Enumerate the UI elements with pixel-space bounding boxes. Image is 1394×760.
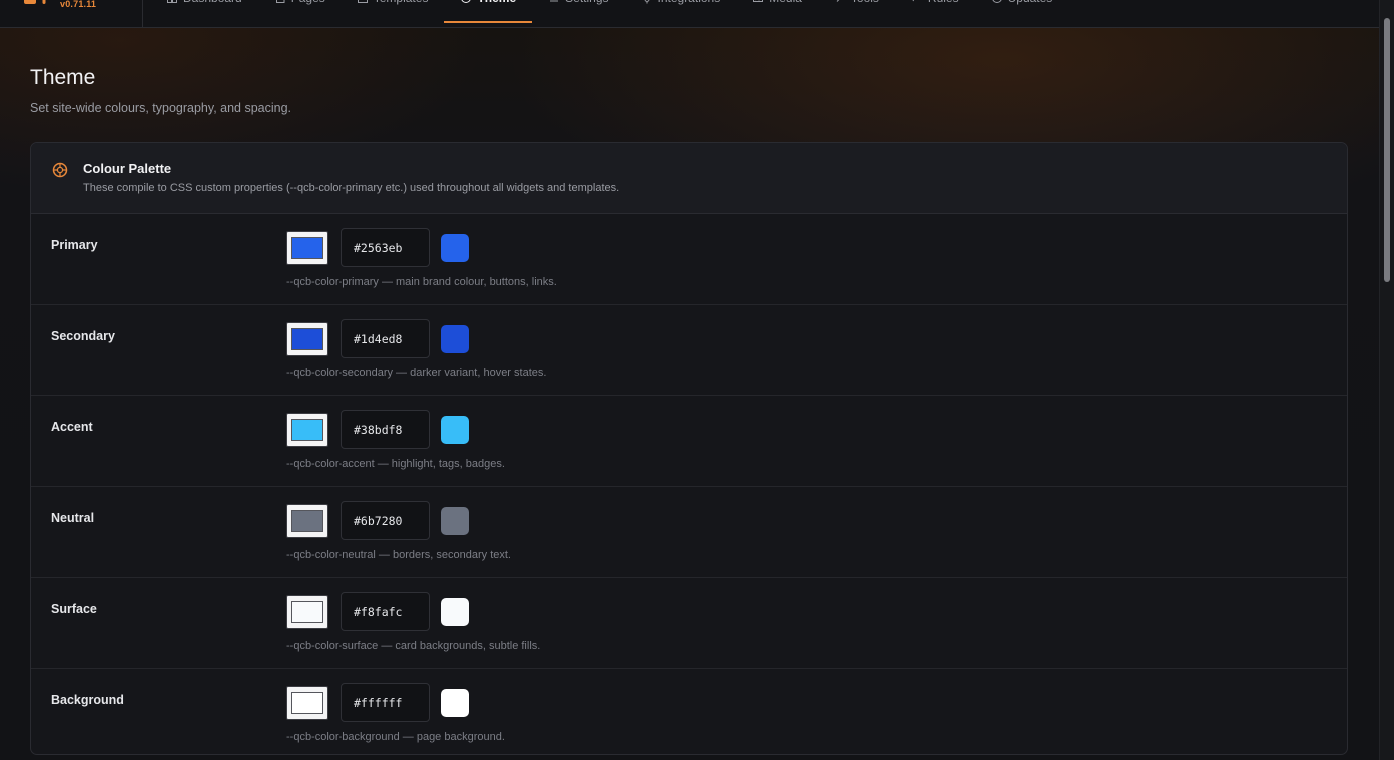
hex-input-accent[interactable] [341,410,430,449]
colour-row-surface: Surface --qcb-color-surface — card backgr… [31,578,1347,669]
nav-tab-settings[interactable]: Settings [532,0,624,27]
colour-row-secondary: Secondary --qcb-color-secondary — darker … [31,305,1347,396]
nav-tab-label: Settings [565,0,608,5]
colour-picker-neutral[interactable] [286,504,328,538]
tools-icon [836,0,840,2]
card-description: These compile to CSS custom properties (… [83,182,620,194]
nav-tab-tools[interactable]: Tools [818,0,895,27]
colour-picker-accent[interactable] [286,413,328,447]
colour-swatch-accent [441,416,469,444]
colour-picker-fill [291,601,323,623]
palette-icon [52,162,68,178]
scrollbar-thumb[interactable] [1384,18,1390,282]
colour-swatch-surface [441,598,469,626]
colour-row-accent: Accent --qcb-color-accent — highlight, ta… [31,396,1347,487]
updates-icon [992,0,1002,3]
colour-picker-fill [291,419,323,441]
nav-tab-integrations[interactable]: Integrations [625,0,737,27]
colour-row-neutral: Neutral --qcb-color-neutral — borders, se… [31,487,1347,578]
nav-tab-label: Pages [291,0,325,5]
nav-tab-pages[interactable]: Pages [258,0,341,27]
app-window: v0.71.11 Dashboard Pages Templates Theme Set… [0,0,1394,760]
colour-label: Neutral [51,511,95,525]
colour-swatch-primary [441,234,469,262]
nav-tab-dashboard[interactable]: Dashboard [150,0,258,27]
colour-picker-fill [291,692,323,714]
dashboard-icon [167,0,177,3]
rules-icon [912,0,918,2]
nav-tab-media[interactable]: Media [736,0,818,27]
hex-input-primary[interactable] [341,228,430,267]
templates-icon [357,0,368,3]
colour-picker-fill [291,237,323,259]
nav-tab-label: Dashboard [183,0,242,5]
integrations-icon [644,0,649,4]
media-icon [753,0,764,2]
colour-picker-fill [291,510,323,532]
colour-hint: --qcb-color-accent — highlight, tags, ba… [286,458,505,470]
colour-label: Background [51,693,124,707]
settings-icon [550,0,559,2]
logo-icon [24,0,46,4]
nav-tab-label: Rules [928,0,959,5]
top-nav-bar: v0.71.11 Dashboard Pages Templates Theme Set… [0,0,1380,28]
colour-row-background: Background --qcb-color-background — page … [31,669,1347,754]
page-subtitle: Set site-wide colours, typography, and s… [30,101,292,115]
hex-input-surface[interactable] [341,592,430,631]
colour-hint: --qcb-color-primary — main brand colour,… [286,276,557,288]
pages-icon [275,0,285,3]
colour-label: Primary [51,238,98,252]
page-title: Theme [30,66,96,89]
colour-rows: Primary --qcb-color-primary — main brand … [31,214,1347,754]
nav-tab-label: Templates [374,0,429,5]
nav-tab-rules[interactable]: Rules [895,0,975,27]
hex-input-background[interactable] [341,683,430,722]
colour-label: Secondary [51,329,115,343]
colour-picker-background[interactable] [286,686,328,720]
colour-label: Accent [51,420,93,434]
brand[interactable]: v0.71.11 [22,0,143,27]
colour-row-primary: Primary --qcb-color-primary — main brand … [31,214,1347,305]
colour-palette-card: Colour Palette These compile to CSS cust… [30,142,1348,755]
colour-swatch-background [441,689,469,717]
nav-tab-label: Theme [477,0,516,5]
theme-icon [461,0,472,3]
colour-label: Surface [51,602,97,616]
nav-tab-label: Tools [851,0,879,5]
colour-picker-secondary[interactable] [286,322,328,356]
colour-picker-surface[interactable] [286,595,328,629]
card-title: Colour Palette [83,161,172,176]
nav-tab-label: Integrations [658,0,721,5]
colour-picker-primary[interactable] [286,231,328,265]
colour-swatch-secondary [441,325,469,353]
nav-tab-label: Media [769,0,802,5]
colour-hint: --qcb-color-background — page background… [286,731,505,743]
main-nav: Dashboard Pages Templates Theme Settings Inte… [150,0,1068,27]
colour-swatch-neutral [441,507,469,535]
hex-input-secondary[interactable] [341,319,430,358]
scrollbar[interactable] [1379,0,1394,760]
nav-tab-templates[interactable]: Templates [341,0,445,27]
colour-hint: --qcb-color-neutral — borders, secondary… [286,549,511,561]
nav-tab-theme[interactable]: Theme [444,0,532,27]
nav-tab-label: Updates [1008,0,1053,5]
colour-hint: --qcb-color-secondary — darker variant, … [286,367,547,379]
colour-hint: --qcb-color-surface — card backgrounds, … [286,640,541,652]
nav-tab-updates[interactable]: Updates [975,0,1069,27]
colour-picker-fill [291,328,323,350]
hex-input-neutral[interactable] [341,501,430,540]
card-header: Colour Palette These compile to CSS cust… [31,143,1347,214]
app-version: v0.71.11 [60,0,97,9]
